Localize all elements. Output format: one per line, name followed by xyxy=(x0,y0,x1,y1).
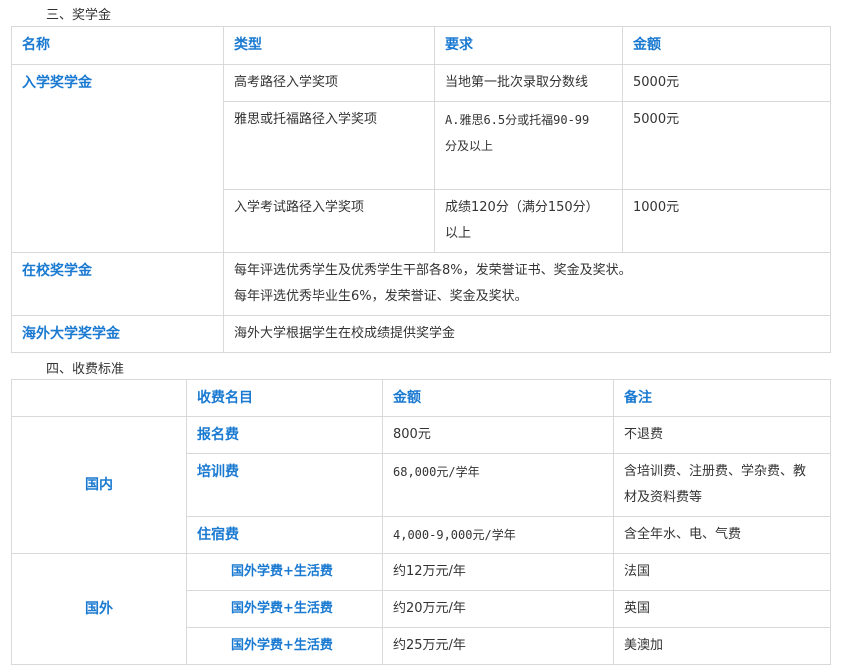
table-cell: 5000元 xyxy=(622,64,831,102)
scholarship-table: 名称 类型 要求 金额 入学奖学金 高考路径入学奖项 当地第一批次录取分数线 5… xyxy=(11,26,831,353)
entrance-scholarship-label: 入学奖学金 xyxy=(11,64,224,253)
oncampus-line: 每年评选优秀毕业生6%，发荣誉证、奖金及奖状。 xyxy=(234,289,528,304)
header-type: 类型 xyxy=(223,26,435,65)
note-line: 材及资料费等 xyxy=(624,490,703,505)
fee-item: 国外学费+生活费 xyxy=(186,627,383,665)
table-cell: 海外大学根据学生在校成绩提供奖学金 xyxy=(223,315,831,353)
table-cell: 雅思或托福路径入学奖项 xyxy=(223,101,435,190)
table-cell: 当地第一批次录取分数线 xyxy=(434,64,623,102)
header-requirement: 要求 xyxy=(434,26,623,65)
table-cell: 含培训费、注册费、学杂费、教 材及资料费等 xyxy=(613,453,831,517)
req-line: 以上 xyxy=(445,226,472,241)
oncampus-scholarship-label: 在校奖学金 xyxy=(11,252,224,316)
table-cell: 英国 xyxy=(613,590,831,628)
fee-item: 国外学费+生活费 xyxy=(186,590,383,628)
header-amount: 金额 xyxy=(622,26,831,65)
table-cell: 法国 xyxy=(613,553,831,591)
oncampus-line: 每年评选优秀学生及优秀学生干部各8%，发荣誉证书、奖金及奖状。 xyxy=(234,263,632,278)
domestic-label: 国内 xyxy=(11,416,187,554)
table-cell: 每年评选优秀学生及优秀学生干部各8%，发荣誉证书、奖金及奖状。 每年评选优秀毕业… xyxy=(223,252,831,316)
fee-item: 培训费 xyxy=(186,453,383,517)
fee-item: 住宿费 xyxy=(186,516,383,554)
table-cell: 美澳加 xyxy=(613,627,831,665)
note-line: 含培训费、注册费、学杂费、教 xyxy=(624,464,807,479)
table-cell: 入学考试路径入学奖项 xyxy=(223,189,435,253)
table-cell: 800元 xyxy=(382,416,614,454)
header-fee-amount: 金额 xyxy=(382,379,614,417)
table-cell: 不退费 xyxy=(613,416,831,454)
fee-item: 报名费 xyxy=(186,416,383,454)
table-cell: 5000元 xyxy=(622,101,831,190)
req-line: A.雅思6.5分或托福90-99 xyxy=(445,113,590,127)
fees-table: 收费名目 金额 备注 国内 报名费 800元 不退费 培训费 68,000元/学… xyxy=(11,379,831,665)
table-cell: 含全年水、电、气费 xyxy=(613,516,831,554)
table-cell: 约25万元/年 xyxy=(382,627,614,665)
table-cell: 约20万元/年 xyxy=(382,590,614,628)
table-cell: 4,000-9,000元/学年 xyxy=(382,516,614,554)
table-cell: 约12万元/年 xyxy=(382,553,614,591)
header-name: 名称 xyxy=(11,26,224,65)
fee-item: 国外学费+生活费 xyxy=(186,553,383,591)
table-cell: 成绩120分（满分150分） 以上 xyxy=(434,189,623,253)
scholarship-section-title: 三、奖学金 xyxy=(46,8,112,23)
table-cell: 68,000元/学年 xyxy=(382,453,614,517)
req-line: 成绩120分（满分150分） xyxy=(445,200,599,215)
fees-section-title: 四、收费标准 xyxy=(46,362,125,377)
header-fee-item: 收费名目 xyxy=(186,379,383,417)
abroad-label: 国外 xyxy=(11,553,187,665)
table-cell: 高考路径入学奖项 xyxy=(223,64,435,102)
table-cell xyxy=(11,379,187,417)
table-cell: A.雅思6.5分或托福90-99 分及以上 xyxy=(434,101,623,190)
table-cell: 1000元 xyxy=(622,189,831,253)
req-line: 分及以上 xyxy=(445,139,494,153)
overseas-scholarship-label: 海外大学奖学金 xyxy=(11,315,224,353)
header-fee-note: 备注 xyxy=(613,379,831,417)
